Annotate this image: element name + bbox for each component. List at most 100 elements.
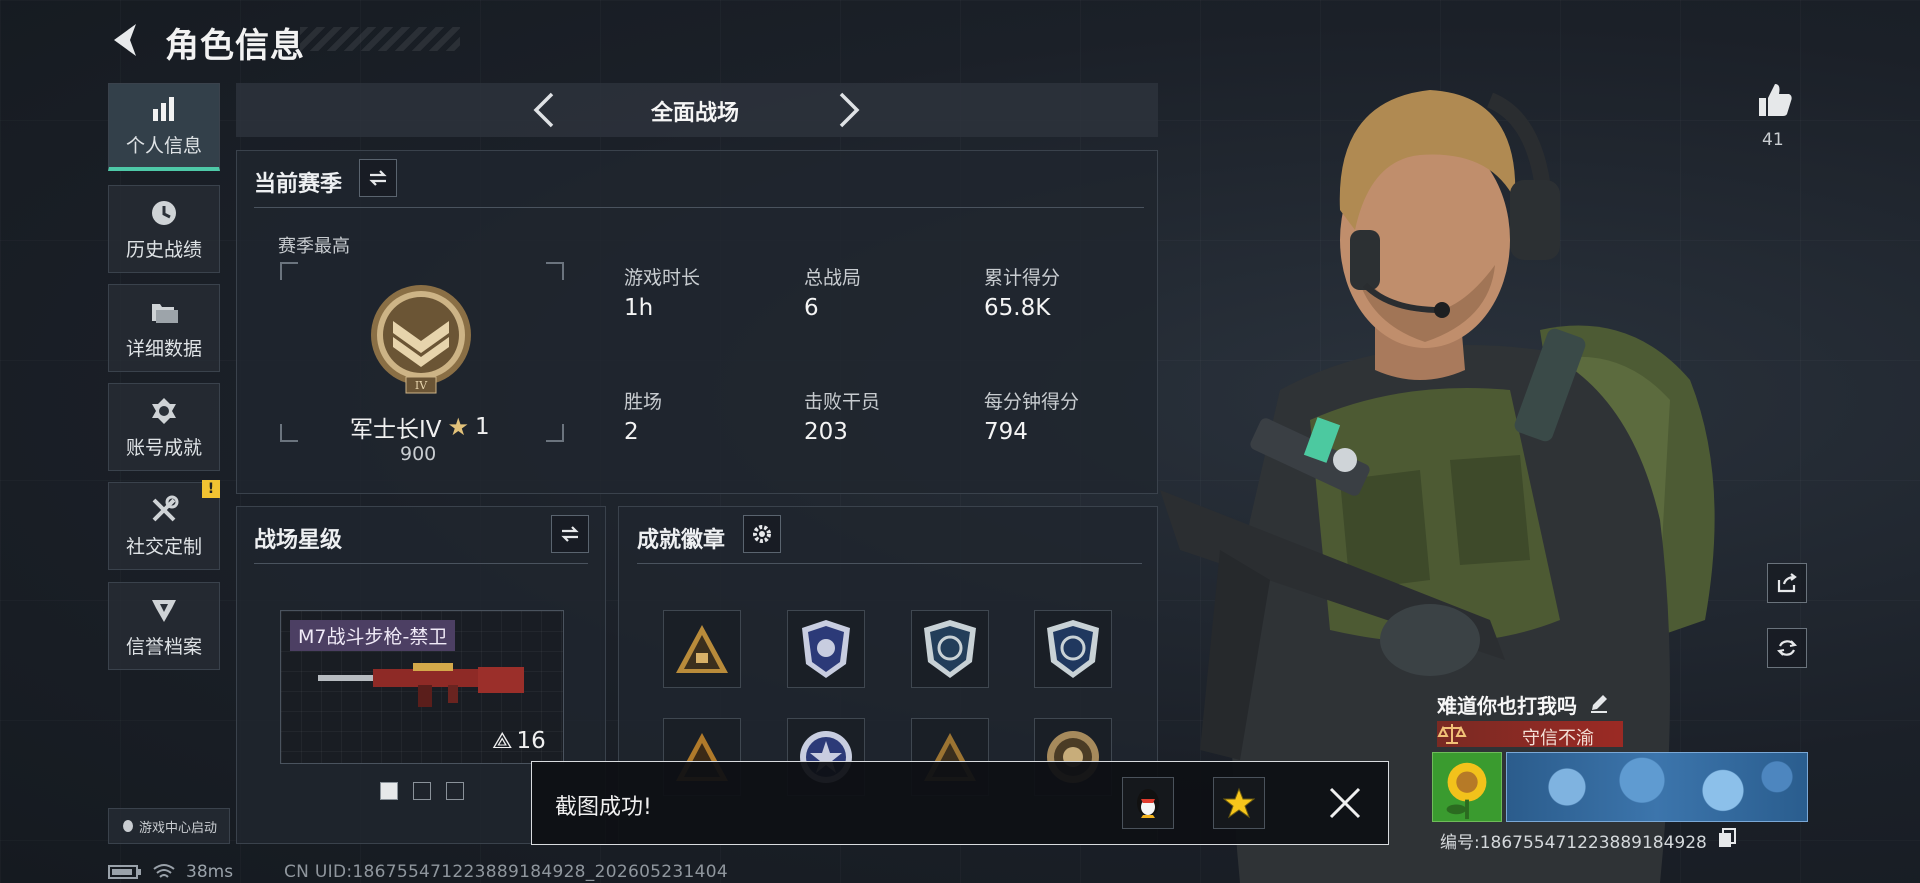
corner: [280, 424, 298, 442]
gear-icon: [753, 525, 771, 543]
stat-value: 2: [624, 419, 639, 445]
player-id: 编号:18675547122388918492​8: [1440, 833, 1707, 853]
close-icon[interactable]: [1325, 783, 1365, 823]
share-button[interactable]: [1767, 563, 1807, 603]
rank-name: 军士长IV: [350, 417, 442, 443]
achievement-badge[interactable]: [911, 610, 989, 688]
divider: [254, 563, 588, 564]
sidebar-item-label: 个人信息: [125, 135, 202, 157]
star-rank-icon: ⟁: [492, 728, 513, 754]
copy-icon[interactable]: [1718, 828, 1736, 848]
like-count: 41: [1762, 130, 1784, 150]
tools-icon: [152, 495, 179, 521]
clock-icon: [152, 200, 176, 225]
mode-title: 全面战场: [650, 101, 739, 126]
sidebar-item-achievements[interactable]: 账号成就: [108, 383, 220, 471]
sidebar-item-label: 详细数据: [125, 337, 202, 360]
page-dot-1[interactable]: [380, 782, 398, 800]
rank-medal-icon: IV: [371, 285, 471, 394]
refresh-button[interactable]: [1767, 628, 1807, 668]
avatar[interactable]: [1432, 752, 1502, 822]
corner: [280, 262, 298, 280]
corner: [546, 262, 564, 280]
folder-icon: [152, 303, 178, 323]
title-decoration: [300, 27, 460, 51]
status-bar: 38ms: [108, 862, 233, 882]
shield-badge-icon: [802, 620, 850, 678]
achievement-badge[interactable]: [1034, 610, 1112, 688]
sidebar-item-history[interactable]: 历史战绩: [108, 185, 220, 273]
penguin-icon: [122, 820, 133, 832]
player-nickname: 难道你也打我吗: [1437, 694, 1577, 718]
share-qzone-button[interactable]: [1213, 777, 1265, 829]
swap-icon: [561, 526, 579, 542]
rifle-icon: [318, 663, 524, 707]
weapon-level-value: 16: [516, 728, 546, 754]
profile-banner: [1506, 752, 1808, 822]
sidebar-item-label: 社交定制: [125, 535, 202, 558]
stat-value: 6: [804, 295, 819, 321]
stat-label: 累计得分: [984, 267, 1061, 289]
battery-icon: [108, 865, 141, 879]
medal-icon: [152, 397, 176, 424]
shield-badge-icon: [1047, 620, 1099, 678]
rank-stars: 1: [475, 414, 490, 440]
achievements-settings-button[interactable]: [743, 515, 781, 553]
achievement-badge[interactable]: [663, 610, 741, 688]
uid-text: CN UID:18675547122388918492​8_2026052314…: [284, 862, 728, 882]
stat-value: 794: [984, 419, 1028, 445]
sidebar-item-label: 账号成就: [125, 436, 202, 459]
game-center-label: 游戏中心启动: [138, 820, 217, 836]
sidebar-item-credit[interactable]: 信誉档案: [108, 582, 220, 670]
latency: 38ms: [186, 862, 234, 882]
achievement-badge[interactable]: [787, 610, 865, 688]
share-icon: [1777, 573, 1797, 593]
back-arrow-icon[interactable]: [108, 20, 144, 60]
wifi-icon: [153, 864, 175, 878]
sidebar-item-details[interactable]: 详细数据: [108, 284, 220, 372]
stat-value: 65.8K: [984, 295, 1051, 321]
stat-value: 1h: [624, 295, 654, 321]
stat-label: 击败干员: [804, 391, 881, 413]
stat-label: 游戏时长: [624, 267, 701, 289]
sidebar-item-label: 历史战绩: [125, 238, 202, 261]
chevron-right-icon[interactable]: [835, 90, 863, 130]
qzone-star-icon: [1223, 787, 1255, 819]
game-center-button[interactable]: 游戏中心启动: [108, 808, 230, 844]
season-title: 当前赛季: [254, 172, 343, 197]
edit-pencil-icon[interactable]: [1588, 692, 1610, 714]
shield-badge-icon: [924, 620, 976, 678]
page-dot-2[interactable]: [413, 782, 431, 800]
stat-label: 胜场: [624, 391, 663, 413]
sidebar-item-personal-info[interactable]: 个人信息: [108, 83, 220, 171]
qq-penguin-icon: [1137, 789, 1159, 818]
triangle-badge-icon: [676, 625, 728, 673]
page-dot-3[interactable]: [446, 782, 464, 800]
battle-stars-title: 战场星级: [254, 528, 343, 553]
rank-points: 900: [400, 443, 437, 465]
season-switch-button[interactable]: [359, 159, 397, 197]
star-icon: ★: [447, 413, 470, 441]
page-title: 角色信息: [165, 26, 305, 66]
alert-badge: !: [202, 480, 220, 498]
swap-icon: [369, 170, 387, 186]
rank-numeral: IV: [415, 379, 428, 392]
sidebar-item-label: 信誉档案: [125, 635, 202, 658]
stat-value: 203: [804, 419, 848, 445]
thumbs-up-icon[interactable]: [1755, 80, 1795, 120]
refresh-icon: [1776, 640, 1798, 656]
weapon-name: M7战斗步枪-禁卫: [290, 620, 456, 651]
divider: [254, 207, 1144, 208]
bar-chart-icon: [153, 97, 174, 121]
divider: [637, 563, 1142, 564]
weapon-level: ⟁ 16: [492, 728, 546, 754]
rank-line: 军士长IV ★ 1: [350, 410, 490, 444]
share-qq-button[interactable]: [1122, 777, 1174, 829]
stat-label: 总战局: [804, 267, 862, 289]
stat-label: 每分钟得分: [984, 391, 1080, 413]
achievements-title: 成就徽章: [637, 528, 726, 553]
honor-text: 守信不渝: [1522, 728, 1594, 749]
battle-stars-switch-button[interactable]: [551, 515, 589, 553]
chevron-left-icon[interactable]: [530, 90, 558, 130]
scales-icon: [1437, 724, 1467, 744]
